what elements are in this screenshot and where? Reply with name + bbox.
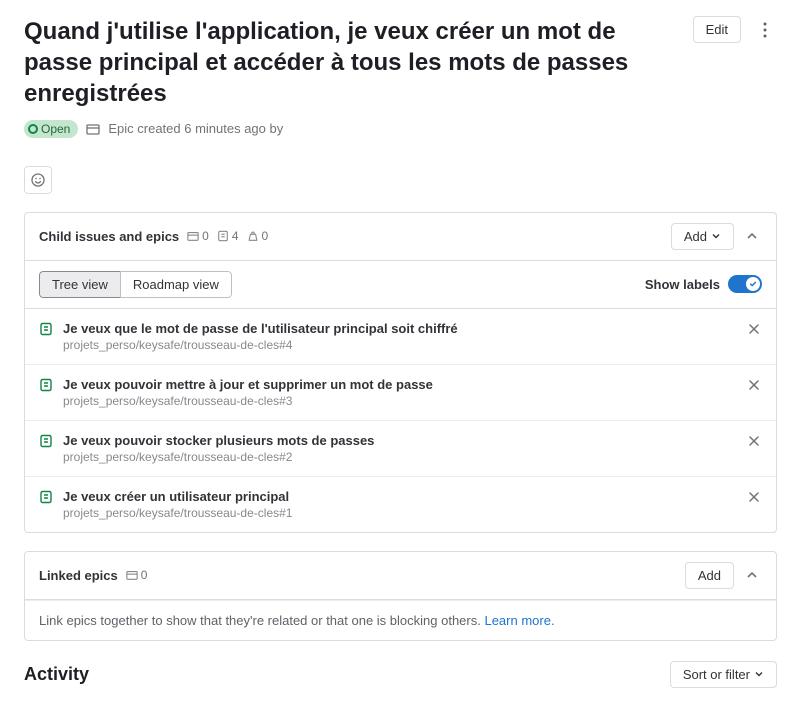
close-icon	[748, 435, 760, 447]
check-icon	[749, 280, 757, 288]
issue-open-icon	[39, 322, 53, 339]
kebab-icon	[763, 22, 767, 38]
add-linked-epic-button[interactable]: Add	[685, 562, 734, 589]
remove-child-button[interactable]	[746, 489, 762, 505]
child-item: Je veux que le mot de passe de l'utilisa…	[25, 308, 776, 364]
child-item-ref: projets_perso/keysafe/trousseau-de-cles#…	[63, 450, 736, 464]
sort-filter-button[interactable]: Sort or filter	[670, 661, 777, 688]
collapse-linked-button[interactable]	[742, 565, 762, 585]
epic-icon	[187, 230, 199, 242]
child-issues-panel: Child issues and epics 0 4 0 Add Tree vi…	[24, 212, 777, 533]
child-item-ref: projets_perso/keysafe/trousseau-de-cles#…	[63, 506, 736, 520]
child-item: Je veux pouvoir stocker plusieurs mots d…	[25, 420, 776, 476]
child-item: Je veux pouvoir mettre à jour et supprim…	[25, 364, 776, 420]
child-issues-label: Child issues and epics	[39, 229, 179, 244]
activity-heading: Activity	[24, 664, 658, 685]
linked-epics-label: Linked epics	[39, 568, 118, 583]
chevron-up-icon	[746, 230, 758, 242]
learn-more-link[interactable]: Learn more.	[484, 613, 554, 628]
chevron-down-icon	[754, 669, 764, 679]
page-title: Quand j'utilise l'application, je veux c…	[24, 16, 681, 110]
chevron-down-icon	[711, 231, 721, 241]
issue-icon	[217, 230, 229, 242]
linked-epics-hint: Link epics together to show that they're…	[25, 600, 776, 640]
edit-button[interactable]: Edit	[693, 16, 741, 43]
linked-epics-count: 0	[126, 568, 148, 582]
view-segmented-control: Tree view Roadmap view	[39, 271, 232, 298]
show-labels-toggle[interactable]	[728, 275, 762, 293]
remove-child-button[interactable]	[746, 377, 762, 393]
child-item-ref: projets_perso/keysafe/trousseau-de-cles#…	[63, 394, 736, 408]
issue-open-icon	[39, 378, 53, 395]
close-icon	[748, 323, 760, 335]
epic-icon	[126, 569, 138, 581]
linked-epics-panel: Linked epics 0 Add Link epics together t…	[24, 551, 777, 641]
weight-count: 0	[247, 229, 269, 243]
epic-icon	[86, 122, 100, 136]
open-status-icon	[28, 124, 38, 134]
roadmap-view-tab[interactable]: Roadmap view	[120, 271, 232, 298]
remove-child-button[interactable]	[746, 321, 762, 337]
chevron-up-icon	[746, 569, 758, 581]
collapse-children-button[interactable]	[742, 226, 762, 246]
more-actions-button[interactable]	[753, 16, 777, 44]
meta-row: Open Epic created 6 minutes ago by	[24, 120, 777, 138]
weight-icon	[247, 230, 259, 242]
epic-count: 0	[187, 229, 209, 243]
child-item-ref: projets_perso/keysafe/trousseau-de-cles#…	[63, 338, 736, 352]
add-child-button[interactable]: Add	[671, 223, 734, 250]
status-badge: Open	[24, 120, 78, 138]
issue-open-icon	[39, 434, 53, 451]
add-reaction-button[interactable]	[24, 166, 52, 194]
child-item-title[interactable]: Je veux que le mot de passe de l'utilisa…	[63, 321, 736, 336]
issue-count: 4	[217, 229, 239, 243]
smile-icon	[30, 172, 46, 188]
child-item-title[interactable]: Je veux créer un utilisateur principal	[63, 489, 736, 504]
close-icon	[748, 491, 760, 503]
child-item-title[interactable]: Je veux pouvoir stocker plusieurs mots d…	[63, 433, 736, 448]
remove-child-button[interactable]	[746, 433, 762, 449]
meta-line: Epic created 6 minutes ago by	[108, 121, 283, 136]
child-item-title[interactable]: Je veux pouvoir mettre à jour et supprim…	[63, 377, 736, 392]
show-labels-label: Show labels	[645, 277, 720, 292]
status-text: Open	[41, 122, 70, 136]
close-icon	[748, 379, 760, 391]
child-item: Je veux créer un utilisateur principal pr…	[25, 476, 776, 532]
tree-view-tab[interactable]: Tree view	[39, 271, 120, 298]
issue-open-icon	[39, 490, 53, 507]
